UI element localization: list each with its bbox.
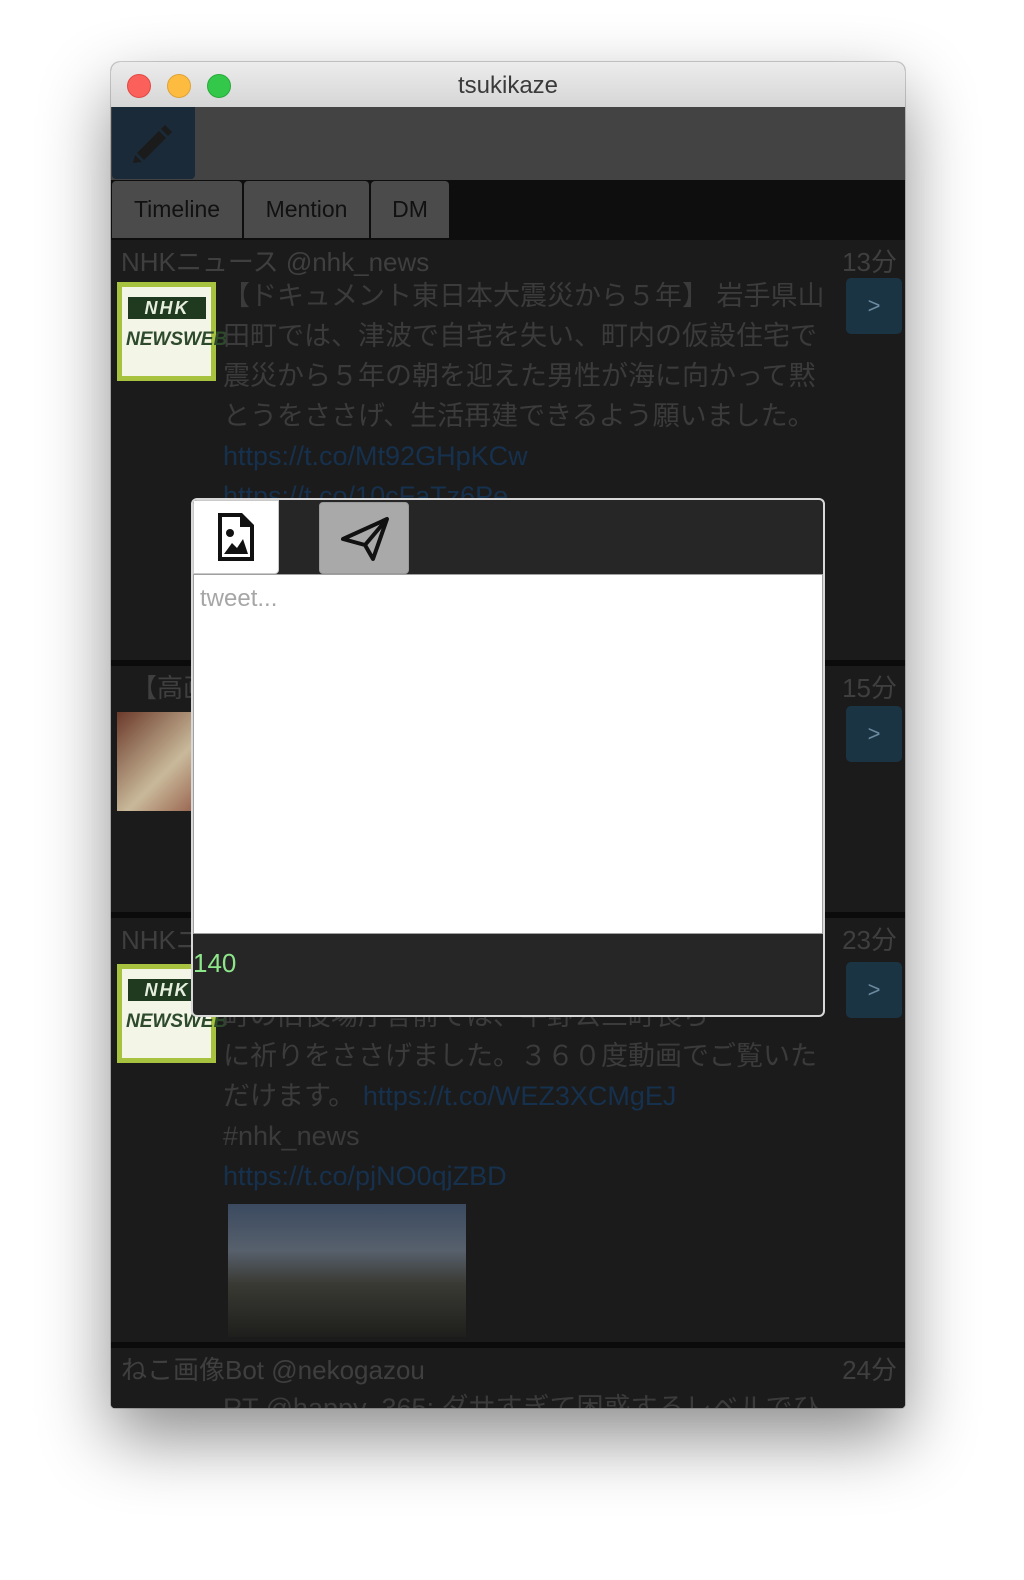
tweet-user[interactable]: NHKニュース @nhk_news [121,242,429,279]
reply-button[interactable]: > [846,706,902,762]
tweet-time: 23分 [842,925,897,955]
avatar[interactable]: NHK NEWSWEB [117,282,227,381]
tweet-time: 13分 [842,247,897,277]
tweet-body-line: だけます。 [223,1081,356,1111]
compose-button[interactable] [112,107,195,179]
paper-plane-icon [341,517,389,561]
tweet-link[interactable]: https://t.co/Mt92GHpKCw [223,441,528,471]
tab-dm[interactable]: DM [371,181,449,238]
tweet-text: RT @happy_365: ダサすぎて困惑するレベルでひ [223,1393,820,1408]
compose-modal: 140 [191,498,825,1017]
title-bar: tsukikaze [111,62,905,108]
tweet-link[interactable]: https://t.co/pjNO0qjZBD [223,1161,507,1191]
tweet-body-line: に祈りをささげました。３６０度動画でご覧いた [223,1041,817,1071]
tweet-input[interactable] [193,574,823,934]
window-title: tsukikaze [457,72,559,99]
tweet-time: 15分 [842,673,897,703]
app-window: tsukikaze Timeline Mention DM NHKニュース @n… [111,62,905,1408]
tweet-hashtag[interactable]: #nhk_news [223,1121,360,1151]
tab-mention[interactable]: Mention [244,181,369,238]
tweet-user[interactable]: ねこ画像Bot @nekogazou [121,1350,425,1387]
tweet-user[interactable]: NHKニ [121,920,202,957]
character-counter: 140 [193,948,237,978]
pencil-icon [133,125,172,163]
tab-bar: Timeline Mention DM [111,180,905,240]
reply-button[interactable]: > [846,278,902,334]
attach-image-button[interactable] [193,500,279,574]
tweet-time: 24分 [842,1355,897,1385]
tweet-link[interactable]: https://t.co/WEZ3XCMgEJ [363,1081,677,1111]
tweet-body: 【ドキュメント東日本大震災から５年】 岩手県山田町では、津波で自宅を失い、町内の… [223,281,825,431]
tweet-photo[interactable] [228,1204,466,1337]
image-file-icon [218,513,254,561]
tweet-text: 町の旧役場庁舎前では、平野公三町長ら に祈りをささげました。３６０度動画でご覧い… [223,996,841,1196]
tweet-item: ねこ画像Bot @nekogazou 24分 RT @happy_365: ダサ… [111,1348,905,1408]
toolbar [111,107,905,180]
tweet-text: 【ドキュメント東日本大震災から５年】 岩手県山田町では、津波で自宅を失い、町内の… [223,276,841,516]
send-tweet-button[interactable] [319,502,409,574]
app-content: Timeline Mention DM NHKニュース @nhk_news 13… [111,107,905,1408]
reply-button[interactable]: > [846,962,902,1018]
tab-timeline[interactable]: Timeline [112,181,242,238]
